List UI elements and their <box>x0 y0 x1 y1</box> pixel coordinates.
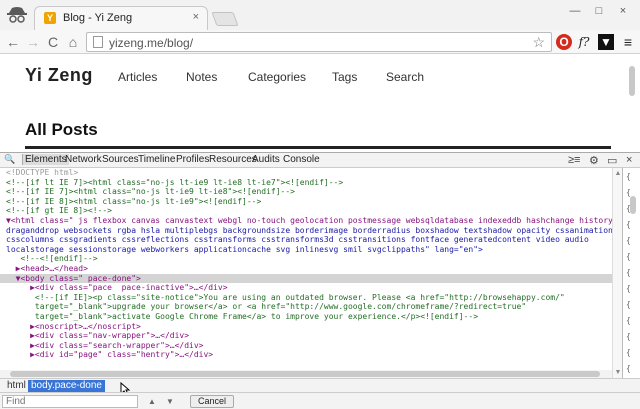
inspect-search-icon[interactable]: 🔍 <box>4 154 15 165</box>
tree-line-noscript[interactable]: ▶<noscript>…</noscript> <box>0 322 612 332</box>
elements-horizontal-scrollbar[interactable] <box>0 370 612 378</box>
tree-line-comment[interactable]: <!--[if IE 7]><html class="no-js lt-ie9 … <box>0 187 612 197</box>
elements-vertical-scrollbar[interactable]: ▲ ▼ <box>612 168 622 378</box>
favicon-icon: Y <box>44 12 56 24</box>
sidebar-brace: { <box>626 220 631 229</box>
sidebar-scroll-thumb[interactable] <box>630 196 636 214</box>
tab-profiles[interactable]: Profiles <box>176 154 209 165</box>
tab-elements[interactable]: Elements <box>22 154 69 165</box>
tree-line-comment: target="_blank">activate Google Chrome F… <box>6 311 479 321</box>
sidebar-brace: { <box>626 284 631 293</box>
tree-line-body-selected[interactable]: ▼<body class=" pace-done"> <box>0 273 612 284</box>
nav-link-categories[interactable]: Categories <box>248 70 306 84</box>
tree-line-html-attr: draganddrop websockets rgba hsla multipl… <box>6 225 612 235</box>
browser-tab[interactable]: Y Blog - Yi Zeng × <box>34 6 208 30</box>
nav-link-notes[interactable]: Notes <box>186 70 217 84</box>
scroll-down-arrow-icon[interactable]: ▼ <box>614 369 622 376</box>
breadcrumb-html[interactable]: html <box>4 380 29 392</box>
tab-console[interactable]: Console <box>283 154 320 165</box>
page-icon <box>93 36 103 48</box>
opera-icon[interactable]: O <box>556 34 572 50</box>
tree-line-comment[interactable]: <!--[if IE 8]><html class="no-js lt-ie9"… <box>0 197 612 207</box>
tab-sources[interactable]: Sources <box>102 154 139 165</box>
nav-link-tags[interactable]: Tags <box>332 70 357 84</box>
bookmark-icon[interactable]: ▼ <box>598 34 614 50</box>
nav-link-articles[interactable]: Articles <box>118 70 157 84</box>
close-devtools-icon[interactable]: × <box>626 154 632 166</box>
url-text: yizeng.me/blog/ <box>109 36 194 50</box>
find-bar: ▲ ▼ Cancel <box>0 392 640 409</box>
menu-icon[interactable]: ≡ <box>620 34 636 50</box>
cancel-button[interactable]: Cancel <box>190 395 234 408</box>
tree-line-comment[interactable]: <!--[if lt IE 7]><html class="no-js lt-i… <box>0 178 612 188</box>
site-logo[interactable]: Yi Zeng <box>25 65 93 86</box>
tree-line-comment: target="_blank">upgrade your browser</a>… <box>6 302 527 312</box>
close-window-button[interactable]: × <box>612 3 634 19</box>
function-icon[interactable]: f? <box>576 34 592 50</box>
scroll-up-arrow-icon[interactable]: ▲ <box>614 170 622 177</box>
tree-line-div-search[interactable]: ▶<div class="search-wrapper">…</div> <box>0 341 612 351</box>
tree-line-doctype[interactable]: <!DOCTYPE html> <box>0 168 612 178</box>
browser-toolbar: ← → C ⌂ yizeng.me/blog/ ☆ O f? ▼ ≡ <box>0 30 640 54</box>
sidebar-brace: { <box>626 316 631 325</box>
tab-network[interactable]: Network <box>65 154 102 165</box>
site-header: Yi Zeng Articles Notes Categories Tags S… <box>0 55 640 101</box>
minimize-button[interactable]: — <box>564 3 586 19</box>
window-controls: — □ × <box>564 3 634 19</box>
address-bar[interactable]: yizeng.me/blog/ ☆ <box>86 32 552 52</box>
sidebar-brace: { <box>626 172 631 181</box>
tree-line-html[interactable]: ▼<html class=" js flexbox canvas canvast… <box>0 216 612 226</box>
horizontal-scroll-thumb[interactable] <box>10 371 600 377</box>
sidebar-brace: { <box>626 188 631 197</box>
nav-link-search[interactable]: Search <box>386 70 424 84</box>
tab-timeline[interactable]: Timeline <box>138 154 175 165</box>
tab-resources[interactable]: Resources <box>209 154 257 165</box>
page-scroll-thumb[interactable] <box>629 66 635 96</box>
tree-line-head[interactable]: ▶<head>…</head> <box>0 264 612 274</box>
dock-icon[interactable]: ▭ <box>607 154 617 167</box>
breadcrumb: html body.pace-done <box>0 378 640 392</box>
back-arrow-icon[interactable]: ← <box>4 33 22 51</box>
sidebar-brace: { <box>626 300 631 309</box>
incognito-profile-icon[interactable] <box>6 4 28 24</box>
styles-sidebar[interactable]: { { { { { { { { { { { { { <box>622 168 640 378</box>
devtools-toolbar: 🔍 Elements Network Sources Timeline Prof… <box>0 152 640 168</box>
find-next-icon[interactable]: ▼ <box>162 395 178 408</box>
tab-title: Blog - Yi Zeng <box>63 12 133 24</box>
tree-line-div-pace[interactable]: ▶<div class="pace pace-inactive">…</div> <box>0 283 612 293</box>
maximize-button[interactable]: □ <box>588 3 610 19</box>
sidebar-brace: { <box>626 268 631 277</box>
title-bar: Y Blog - Yi Zeng × — □ × <box>0 0 640 30</box>
find-prev-icon[interactable]: ▲ <box>144 395 160 408</box>
tree-line-html-attr: localstorage sessionstorage webworkers a… <box>6 244 483 254</box>
title-divider <box>25 146 611 149</box>
forward-arrow-icon[interactable]: → <box>24 33 42 51</box>
elements-tree[interactable]: <!DOCTYPE html> <!--[if lt IE 7]><html c… <box>0 168 612 378</box>
home-icon[interactable]: ⌂ <box>64 33 82 51</box>
tab-audits[interactable]: Audits <box>252 154 280 165</box>
sidebar-brace: { <box>626 364 631 373</box>
find-input[interactable] <box>2 395 138 408</box>
breadcrumb-body[interactable]: body.pace-done <box>28 380 105 392</box>
tree-line-comment[interactable]: <!--<![endif]--> <box>0 254 612 264</box>
page-scrollbar[interactable] <box>628 58 636 148</box>
tree-line-comment[interactable]: <!--[if IE]><p class="site-notice">You a… <box>0 293 612 303</box>
console-drawer-icon[interactable]: ≥≡ <box>568 154 580 166</box>
bookmark-star-icon[interactable]: ☆ <box>532 34 545 51</box>
sidebar-brace: { <box>626 332 631 341</box>
sidebar-brace: { <box>626 348 631 357</box>
tree-line-comment[interactable]: <!--[if gt IE 8]><!--> <box>0 206 612 216</box>
reload-icon[interactable]: C <box>44 33 62 51</box>
tree-line-div-page[interactable]: ▶<div id="page" class="hentry">…</div> <box>0 350 612 360</box>
gear-icon[interactable]: ⚙ <box>589 154 599 167</box>
page-title: All Posts <box>25 120 98 139</box>
tab-close-icon[interactable]: × <box>193 11 199 23</box>
tree-line-div-nav[interactable]: ▶<div class="nav-wrapper">…</div> <box>0 331 612 341</box>
new-tab-button[interactable] <box>211 12 239 26</box>
tree-line-html-attr: csscolumns cssgradients cssreflections c… <box>6 235 589 245</box>
sidebar-brace: { <box>626 236 631 245</box>
sidebar-brace: { <box>626 252 631 261</box>
